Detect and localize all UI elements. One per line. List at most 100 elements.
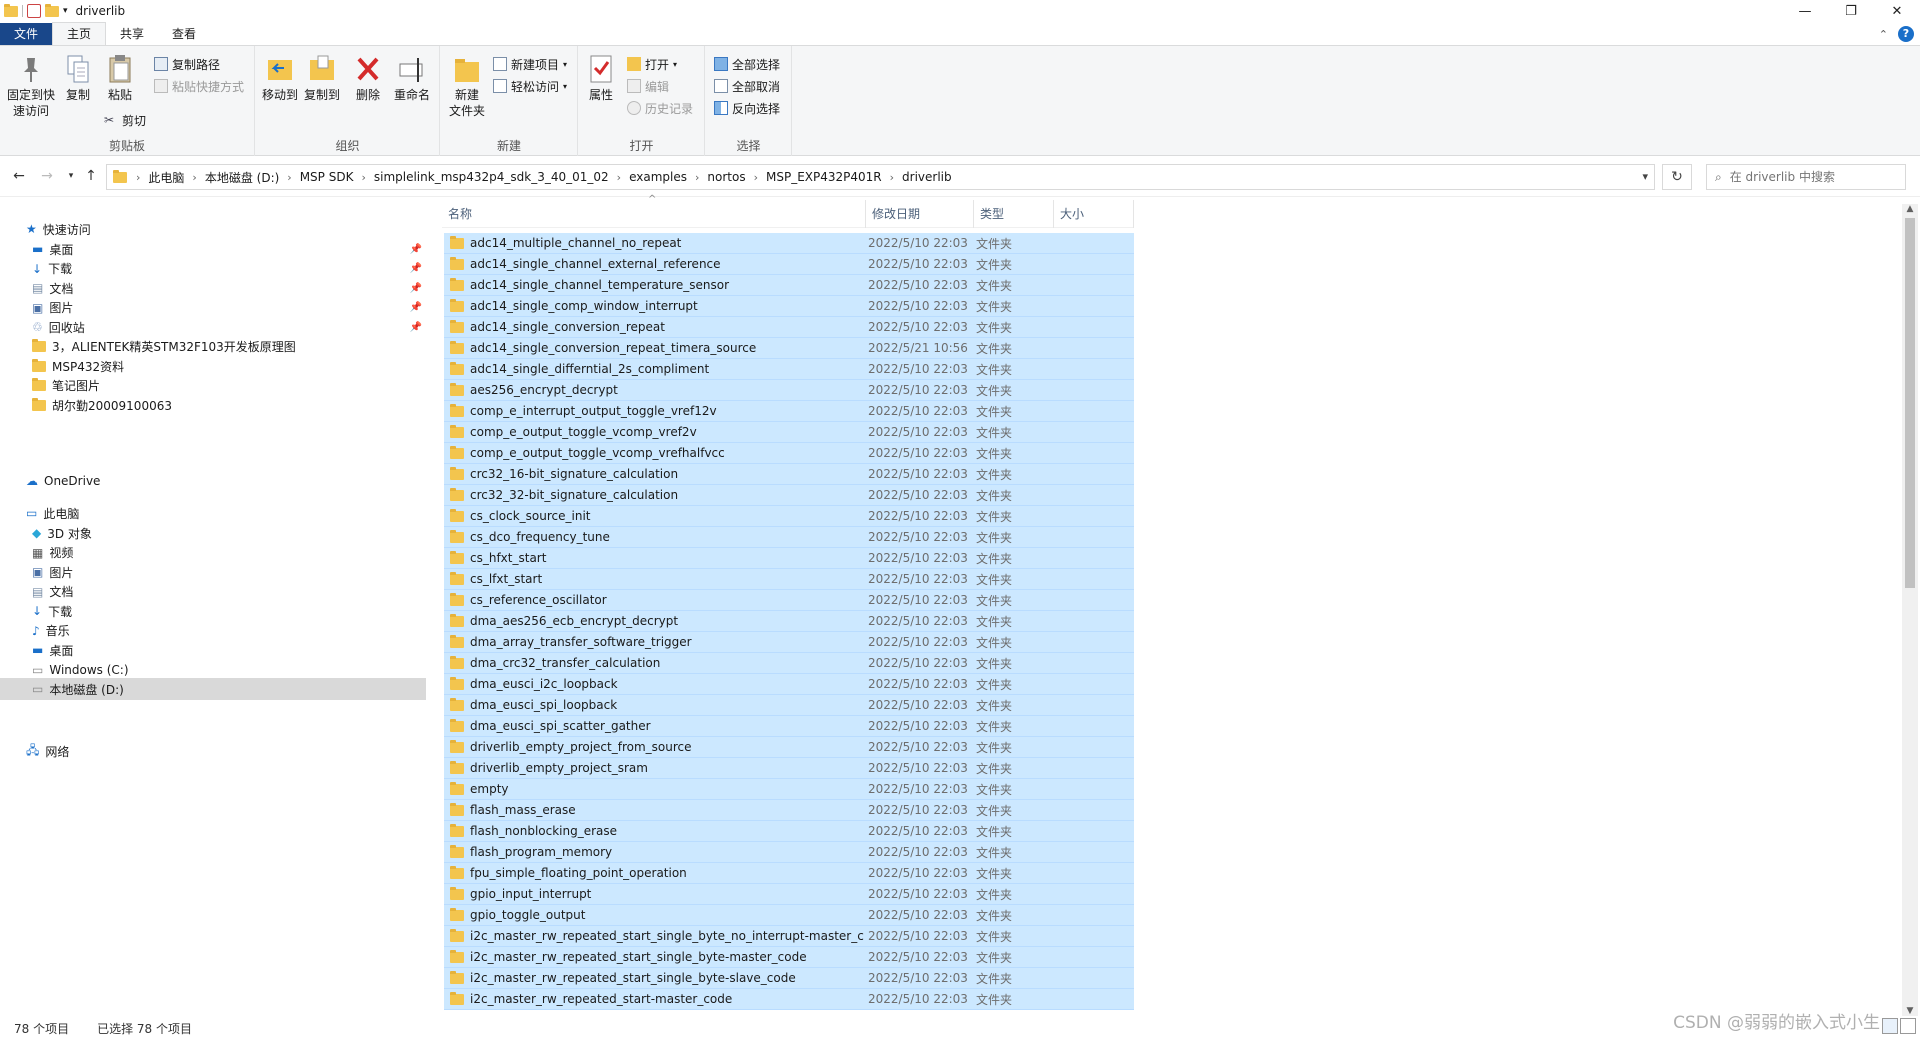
table-row[interactable]: i2c_master_rw_repeated_start-master_code… bbox=[444, 989, 1134, 1010]
copy-path-button[interactable]: 复制路径 bbox=[154, 54, 220, 74]
collapse-ribbon-icon[interactable]: ⌃ bbox=[1879, 28, 1888, 41]
paste-button[interactable]: 粘贴 bbox=[104, 54, 136, 103]
properties-check-icon[interactable] bbox=[27, 4, 41, 18]
chevron-right-icon[interactable]: › bbox=[358, 171, 368, 184]
table-row[interactable]: gpio_toggle_output 2022/5/10 22:03 文件夹 bbox=[444, 905, 1134, 926]
address-dropdown-icon[interactable]: ▾ bbox=[1642, 170, 1648, 183]
search-input[interactable] bbox=[1729, 170, 1890, 184]
nav-quick-item[interactable]: 胡尔勤20009100063 bbox=[32, 394, 426, 416]
table-row[interactable]: comp_e_output_toggle_vcomp_vrefhalfvcc 20… bbox=[444, 443, 1134, 464]
breadcrumb-item[interactable]: 此电脑 bbox=[143, 169, 189, 186]
cut-button[interactable]: ✂ 剪切 bbox=[104, 110, 146, 130]
table-row[interactable]: dma_eusci_i2c_loopback 2022/5/10 22:03 文件夹 bbox=[444, 674, 1134, 695]
new-folder-icon[interactable] bbox=[45, 3, 59, 17]
pin-icon[interactable]: 📌 bbox=[410, 283, 422, 294]
table-row[interactable]: cs_reference_oscillator 2022/5/10 22:03 文件… bbox=[444, 590, 1134, 611]
recent-dropdown-icon[interactable]: ▾ bbox=[62, 167, 80, 185]
nav-pc-item[interactable]: ▭ 本地磁盘 (D:) bbox=[0, 678, 426, 700]
table-row[interactable]: fpu_simple_floating_point_operation 2022/… bbox=[444, 863, 1134, 884]
new-folder-button[interactable]: 新建 文件夹 bbox=[447, 54, 487, 119]
refresh-button[interactable]: ↻ bbox=[1662, 164, 1692, 190]
table-row[interactable]: cs_dco_frequency_tune 2022/5/10 22:03 文件夹 bbox=[444, 527, 1134, 548]
table-row[interactable]: cs_clock_source_init 2022/5/10 22:03 文件夹 bbox=[444, 506, 1134, 527]
table-row[interactable]: adc14_multiple_channel_no_repeat 2022/5/1… bbox=[444, 233, 1134, 254]
select-all-button[interactable]: 全部选择 bbox=[714, 54, 780, 74]
nav-network[interactable]: 🖧 网络 bbox=[26, 740, 69, 762]
open-button[interactable]: 打开 ▾ bbox=[627, 54, 677, 74]
tab-share[interactable]: 共享 bbox=[106, 23, 158, 45]
select-none-button[interactable]: 全部取消 bbox=[714, 76, 780, 96]
nav-this-pc[interactable]: ▭ 此电脑 bbox=[26, 502, 79, 524]
breadcrumb-item[interactable]: driverlib bbox=[897, 170, 957, 184]
easy-access-button[interactable]: 轻松访问 ▾ bbox=[493, 76, 567, 96]
table-row[interactable]: adc14_single_comp_window_interrupt 2022/5… bbox=[444, 296, 1134, 317]
copy-to-button[interactable]: 复制到 bbox=[302, 54, 342, 103]
table-row[interactable]: dma_array_transfer_software_trigger 2022/… bbox=[444, 632, 1134, 653]
nav-onedrive[interactable]: ☁ OneDrive bbox=[26, 470, 100, 492]
chevron-right-icon[interactable]: › bbox=[692, 171, 702, 184]
details-view-icon[interactable] bbox=[1882, 1018, 1898, 1034]
history-button[interactable]: 历史记录 bbox=[627, 98, 693, 118]
restore-button[interactable]: ❐ bbox=[1828, 0, 1874, 22]
table-row[interactable]: crc32_32-bit_signature_calculation 2022/5… bbox=[444, 485, 1134, 506]
pin-icon[interactable]: 📌 bbox=[410, 322, 422, 333]
table-row[interactable]: cs_lfxt_start 2022/5/10 22:03 文件夹 bbox=[444, 569, 1134, 590]
scroll-up-icon[interactable]: ▲ bbox=[1902, 204, 1918, 214]
table-row[interactable]: flash_program_memory 2022/5/10 22:03 文件夹 bbox=[444, 842, 1134, 863]
pin-icon[interactable]: 📌 bbox=[410, 263, 422, 274]
copy-button[interactable]: 复制 bbox=[62, 54, 94, 103]
qat-dropdown-icon[interactable]: ▾ bbox=[63, 6, 68, 16]
table-row[interactable]: adc14_single_channel_temperature_sensor 2… bbox=[444, 275, 1134, 296]
tab-file[interactable]: 文件 bbox=[0, 23, 53, 45]
chevron-right-icon[interactable]: › bbox=[284, 171, 294, 184]
address-bar[interactable]: › 此电脑 › 本地磁盘 (D:) › MSP SDK › simplelink_msp432… bbox=[106, 164, 1655, 190]
paste-shortcut-button[interactable]: 粘贴快捷方式 bbox=[154, 76, 244, 96]
column-header-type[interactable]: 类型 bbox=[974, 200, 1054, 228]
breadcrumb-item[interactable]: 本地磁盘 (D:) bbox=[200, 169, 284, 186]
forward-arrow-icon[interactable]: → bbox=[38, 167, 56, 185]
breadcrumb-item[interactable]: MSP SDK bbox=[295, 170, 359, 184]
rename-button[interactable]: 重命名 bbox=[392, 54, 432, 103]
table-row[interactable]: dma_eusci_spi_scatter_gather 2022/5/10 22… bbox=[444, 716, 1134, 737]
table-row[interactable]: cs_hfxt_start 2022/5/10 22:03 文件夹 bbox=[444, 548, 1134, 569]
large-icons-view-icon[interactable] bbox=[1900, 1018, 1916, 1034]
scroll-down-icon[interactable]: ▼ bbox=[1902, 1006, 1918, 1016]
chevron-right-icon[interactable]: › bbox=[133, 171, 143, 184]
minimize-button[interactable]: — bbox=[1782, 0, 1828, 22]
pin-icon[interactable]: 📌 bbox=[410, 302, 422, 313]
table-row[interactable]: adc14_single_conversion_repeat_timera_so… bbox=[444, 338, 1134, 359]
tab-home[interactable]: 主页 bbox=[52, 22, 107, 45]
new-item-button[interactable]: 新建项目 ▾ bbox=[493, 54, 567, 74]
chevron-right-icon[interactable]: › bbox=[887, 171, 897, 184]
pin-quick-access-button[interactable]: 固定到快 速访问 bbox=[6, 54, 56, 119]
table-row[interactable]: i2c_master_rw_repeated_start_single_byte… bbox=[444, 926, 1134, 947]
chevron-right-icon[interactable]: › bbox=[751, 171, 761, 184]
table-row[interactable]: adc14_single_channel_external_reference 2… bbox=[444, 254, 1134, 275]
table-row[interactable]: dma_aes256_ecb_encrypt_decrypt 2022/5/10 … bbox=[444, 611, 1134, 632]
breadcrumb-item[interactable]: nortos bbox=[702, 170, 750, 184]
column-header-size[interactable]: 大小 bbox=[1054, 200, 1134, 228]
breadcrumb-item[interactable]: MSP_EXP432P401R bbox=[761, 170, 887, 184]
table-row[interactable]: i2c_master_rw_repeated_start_single_byte… bbox=[444, 968, 1134, 989]
up-arrow-icon[interactable]: ↑ bbox=[82, 167, 100, 185]
table-row[interactable]: adc14_single_differntial_2s_compliment 20… bbox=[444, 359, 1134, 380]
chevron-right-icon[interactable]: › bbox=[189, 171, 199, 184]
column-header-date[interactable]: 修改日期 bbox=[866, 200, 974, 228]
delete-button[interactable]: 删除 bbox=[352, 54, 384, 103]
close-button[interactable]: ✕ bbox=[1874, 0, 1920, 22]
table-row[interactable]: comp_e_output_toggle_vcomp_vref2v 2022/5/… bbox=[444, 422, 1134, 443]
table-row[interactable]: i2c_master_rw_repeated_start_single_byte… bbox=[444, 947, 1134, 968]
move-to-button[interactable]: 移动到 bbox=[260, 54, 300, 103]
invert-selection-button[interactable]: 反向选择 bbox=[714, 98, 780, 118]
table-row[interactable]: dma_eusci_spi_loopback 2022/5/10 22:03 文件夹 bbox=[444, 695, 1134, 716]
table-row[interactable]: crc32_16-bit_signature_calculation 2022/5… bbox=[444, 464, 1134, 485]
help-icon[interactable]: ? bbox=[1898, 26, 1914, 42]
table-row[interactable]: driverlib_empty_project_sram 2022/5/10 22… bbox=[444, 758, 1134, 779]
chevron-right-icon[interactable]: › bbox=[614, 171, 624, 184]
breadcrumb-item[interactable]: simplelink_msp432p4_sdk_3_40_01_02 bbox=[369, 170, 614, 184]
properties-button[interactable]: 属性 bbox=[585, 54, 617, 103]
table-row[interactable]: gpio_input_interrupt 2022/5/10 22:03 文件夹 bbox=[444, 884, 1134, 905]
scrollbar-thumb[interactable] bbox=[1905, 218, 1915, 588]
table-row[interactable]: aes256_encrypt_decrypt 2022/5/10 22:03 文件夹 bbox=[444, 380, 1134, 401]
pin-icon[interactable]: 📌 bbox=[410, 244, 422, 255]
